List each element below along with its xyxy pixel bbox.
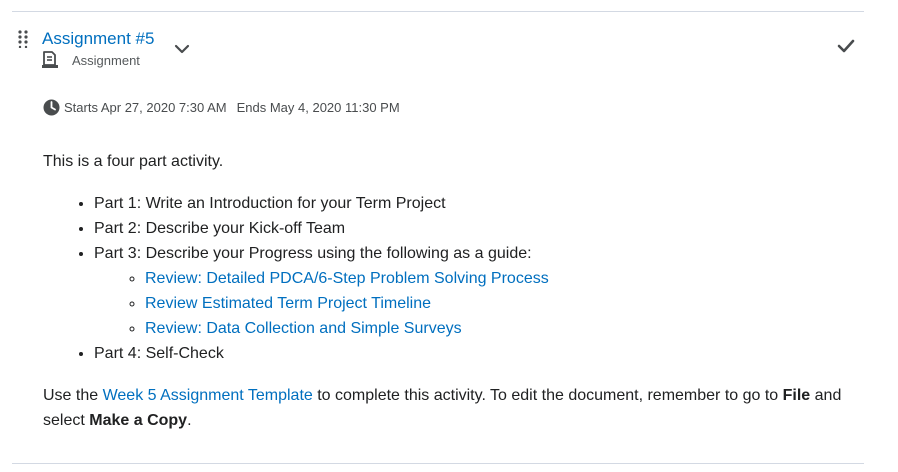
instructions-text: Use the Week 5 Assignment Template to co…: [43, 383, 863, 433]
list-item: Review: Detailed PDCA/6-Step Problem Sol…: [145, 266, 863, 291]
part-3-text: Part 3: Describe your Progress using the…: [94, 245, 532, 262]
chevron-down-icon[interactable]: [173, 40, 191, 58]
list-item: Part 2: Describe your Kick-off Team: [94, 216, 863, 241]
make-a-copy-text: Make a Copy: [89, 412, 188, 429]
assignment-title-link[interactable]: Assignment #5: [42, 28, 154, 50]
clock-icon: [43, 99, 60, 116]
pdca-link[interactable]: Review: Detailed PDCA/6-Step Problem Sol…: [145, 270, 549, 287]
instructions-after: to complete this activity. To edit the d…: [312, 387, 783, 404]
assignment-icon: [41, 51, 59, 69]
timeline-link[interactable]: Review Estimated Term Project Timeline: [145, 295, 431, 312]
instructions-before: Use the: [43, 387, 103, 404]
part-1-text: Part 1: Write an Introduction for your T…: [94, 195, 446, 212]
data-collection-link[interactable]: Review: Data Collection and Simple Surve…: [145, 320, 462, 337]
parts-list: Part 1: Write an Introduction for your T…: [43, 191, 863, 366]
intro-text: This is a four part activity.: [43, 153, 224, 170]
start-date: Starts Apr 27, 2020 7:30 AM: [64, 99, 227, 115]
instructions-end: .: [187, 412, 192, 429]
part-4-text: Part 4: Self-Check: [94, 345, 224, 362]
top-divider: [12, 11, 864, 12]
list-item: Part 1: Write an Introduction for your T…: [94, 191, 863, 216]
list-item: Review: Data Collection and Simple Surve…: [145, 316, 863, 341]
assignment-description: This is a four part activity. Part 1: Wr…: [43, 149, 863, 433]
item-type-label: Assignment: [72, 52, 140, 68]
item-type-row: Assignment: [41, 51, 140, 69]
guide-links-list: Review: Detailed PDCA/6-Step Problem Sol…: [94, 266, 863, 341]
list-item: Part 3: Describe your Progress using the…: [94, 241, 863, 341]
week-5-template-link[interactable]: Week 5 Assignment Template: [103, 387, 313, 404]
checkmark-icon[interactable]: [836, 37, 856, 55]
part-2-text: Part 2: Describe your Kick-off Team: [94, 220, 346, 237]
list-item: Review Estimated Term Project Timeline: [145, 291, 863, 316]
list-item: Part 4: Self-Check: [94, 341, 863, 366]
availability-dates: Starts Apr 27, 2020 7:30 AM Ends May 4, …: [43, 98, 400, 116]
drag-handle-icon[interactable]: [18, 30, 30, 49]
bottom-divider: [12, 463, 864, 464]
file-menu-text: File: [782, 387, 811, 404]
end-date: Ends May 4, 2020 11:30 PM: [236, 99, 400, 115]
